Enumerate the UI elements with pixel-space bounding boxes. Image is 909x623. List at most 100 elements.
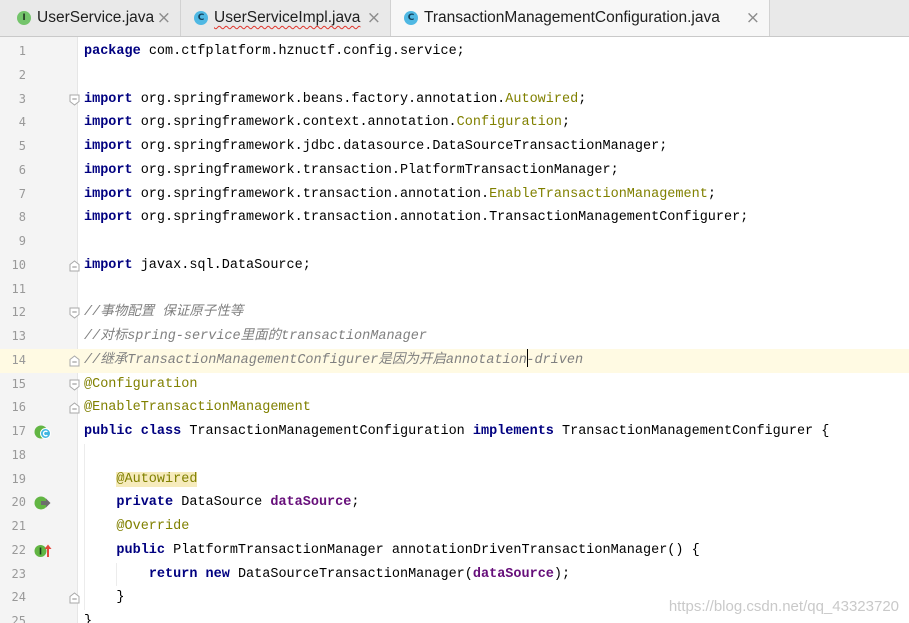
line-number: 5 — [18, 139, 26, 153]
code-text: @Configuration — [84, 373, 197, 397]
code-token-plain: ; — [707, 186, 716, 202]
code-text: import org.springframework.transaction.a… — [84, 183, 716, 207]
close-icon[interactable]: × — [746, 9, 760, 27]
line-number: 16 — [11, 400, 26, 415]
code-token-plain: TransactionManagementConfiguration — [181, 424, 473, 439]
autowired-icon[interactable] — [34, 495, 52, 511]
override-icon[interactable] — [34, 543, 52, 559]
code-line[interactable]: 3 import org.springframework.beans.factor… — [0, 88, 909, 112]
code-line[interactable]: 5 import org.springframework.jdbc.datasou… — [0, 135, 909, 159]
code-token-keyword: private — [116, 495, 174, 511]
code-line[interactable]: 10 import javax.sql.DataSource; — [0, 254, 909, 278]
line-number: 23 — [11, 566, 26, 581]
code-line[interactable]: 11 — [0, 278, 909, 302]
close-icon[interactable]: × — [367, 9, 381, 27]
code-line[interactable]: 23 return new DataSourceTransactionManag… — [0, 563, 909, 587]
line-number: 17 — [11, 424, 26, 438]
close-icon[interactable]: × — [157, 9, 171, 27]
code-token-keyword: implements — [472, 424, 554, 439]
code-line[interactable]: 7 import org.springframework.transaction.… — [0, 183, 909, 207]
indent-guide — [84, 443, 85, 610]
code-token-keyword: import — [84, 139, 133, 154]
code-token-comment: //继承TransactionManagementConfigurer是因为开启… — [84, 352, 527, 368]
code-text: } — [84, 610, 92, 623]
tab-transactionmanagementconfiguration[interactable]: C TransactionManagementConfiguration.jav… — [391, 0, 770, 36]
code-text: @EnableTransactionManagement — [84, 396, 311, 420]
code-line[interactable]: 15 @Configuration — [0, 373, 909, 397]
line-number: 8 — [18, 210, 26, 225]
code-token-keyword: import — [84, 257, 133, 273]
code-token-comment: -driven — [526, 352, 584, 368]
code-line[interactable]: 20 private DataSource dataSource; — [0, 491, 909, 515]
tab-userserviceimpl[interactable]: C UserServiceImpl.java × — [181, 0, 391, 36]
code-line[interactable]: 18 — [0, 444, 909, 468]
code-line[interactable]: 21 @Override — [0, 515, 909, 539]
indent-guide — [116, 562, 117, 587]
fold-end-icon[interactable] — [69, 355, 80, 367]
code-lines: 1 package com.ctfplatform.hznuctf.config.… — [0, 40, 909, 623]
fold-end-icon[interactable] — [69, 260, 80, 272]
code-editor[interactable]: 1 package com.ctfplatform.hznuctf.config.… — [0, 37, 909, 623]
code-token-keyword: return — [148, 566, 198, 582]
code-text: } — [84, 586, 124, 610]
interface-icon: I — [17, 11, 31, 25]
line-number: 14 — [11, 352, 26, 367]
line-number: 6 — [18, 162, 26, 177]
code-line[interactable]: 13 //对标spring-service里面的transactionManage… — [0, 325, 909, 349]
tab-userservice[interactable]: I UserService.java × — [0, 0, 181, 36]
code-line[interactable]: 16 @EnableTransactionManagement — [0, 396, 909, 420]
code-line[interactable]: 6 import org.springframework.transaction.… — [0, 159, 909, 183]
code-token-annotation: Configuration — [456, 115, 562, 131]
code-line[interactable]: 17 public class TransactionManagementConf… — [0, 420, 909, 444]
code-text: import org.springframework.transaction.a… — [84, 206, 748, 230]
fold-end-icon[interactable] — [69, 402, 80, 414]
line-number: 2 — [18, 67, 26, 82]
code-token-plain: org.springframework.transaction.annotati… — [132, 186, 490, 202]
code-token-keyword: import — [84, 115, 133, 131]
fold-end-icon[interactable] — [69, 592, 80, 604]
code-token-keyword: import — [84, 162, 133, 178]
code-line[interactable]: 22 public PlatformTransactionManager ann… — [0, 539, 909, 563]
code-token-keyword: package — [84, 44, 141, 59]
code-token-annotation: @EnableTransactionManagement — [84, 400, 311, 416]
code-token-plain: org.springframework.transaction.annotati… — [132, 210, 749, 226]
line-number: 13 — [11, 329, 26, 343]
code-line[interactable]: 12 //事物配置 保证原子性等 — [0, 301, 909, 325]
code-token-keyword: public — [84, 424, 133, 439]
editor-tab-bar: I UserService.java × C UserServiceImpl.j… — [0, 0, 909, 37]
code-token-annotation: @Override — [116, 519, 190, 534]
code-token-comment: //对标spring-service里面的transactionManager — [84, 329, 427, 344]
line-number: 10 — [11, 257, 26, 272]
code-token-plain: org.springframework.context.annotation. — [132, 115, 457, 131]
code-text: import org.springframework.jdbc.datasour… — [84, 135, 667, 159]
code-text: import org.springframework.context.annot… — [84, 111, 570, 135]
code-text: import javax.sql.DataSource; — [84, 254, 311, 278]
code-text: public PlatformTransactionManager annota… — [84, 539, 699, 563]
code-line[interactable]: 4 import org.springframework.context.anno… — [0, 111, 909, 135]
code-line[interactable]: 8 import org.springframework.transaction.… — [0, 206, 909, 230]
line-number: 12 — [11, 305, 26, 320]
code-text: return new DataSourceTransactionManager(… — [84, 563, 570, 587]
fold-start-icon[interactable] — [69, 379, 80, 391]
code-line[interactable]: 9 — [0, 230, 909, 254]
code-text: @Autowired — [84, 468, 198, 492]
fold-start-icon[interactable] — [69, 307, 80, 319]
code-token-plain: DataSource — [173, 495, 271, 511]
fold-start-icon[interactable] — [69, 94, 80, 106]
code-line[interactable]: 1 package com.ctfplatform.hznuctf.config.… — [0, 40, 909, 64]
code-token-annotation: @Configuration — [84, 376, 198, 392]
code-text: import org.springframework.beans.factory… — [84, 88, 586, 112]
line-number: 19 — [11, 471, 26, 486]
code-line[interactable]: 14 //继承TransactionManagementConfigurer是因为… — [0, 348, 909, 373]
implements-icon[interactable] — [34, 424, 52, 440]
class-icon: C — [194, 11, 208, 25]
code-line[interactable]: 19 @Autowired — [0, 468, 909, 492]
code-token-annotation: EnableTransactionManagement — [489, 186, 708, 202]
line-number: 20 — [11, 495, 26, 510]
code-line[interactable]: 2 — [0, 64, 909, 88]
tab-label: TransactionManagementConfiguration.java — [424, 9, 720, 26]
